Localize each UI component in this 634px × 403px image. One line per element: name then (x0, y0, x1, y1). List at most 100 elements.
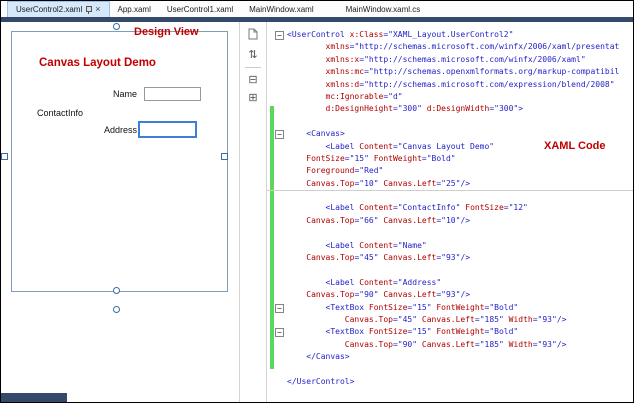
code-attribute: Canvas.Left (421, 314, 475, 324)
code-tag: <Canvas> (287, 129, 345, 139)
code-value: "25" (441, 178, 461, 188)
tab-usercontrol1-xaml[interactable]: UserControl1.xaml (159, 1, 241, 17)
tab-app-xaml[interactable]: App.xaml (110, 1, 159, 17)
code-line[interactable]: Canvas.Top="45" Canvas.Left="185" Width=… (267, 314, 633, 326)
code-attribute: d:DesignWidth (426, 104, 490, 114)
code-line[interactable]: Foreground="Red" (267, 165, 633, 177)
horizontal-split-icon[interactable]: ⊟ (248, 74, 257, 86)
code-line[interactable]: xmlns:x="http://schemas.microsoft.com/wi… (267, 54, 633, 66)
code-line[interactable]: xmlns:d="http://schemas.microsoft.com/ex… (267, 79, 633, 91)
code-tag (287, 315, 345, 324)
code-line[interactable]: − <Canvas> (267, 128, 633, 140)
code-attribute: FontSize (465, 203, 504, 213)
code-attribute: Canvas.Top (344, 339, 393, 349)
code-line[interactable]: </UserControl> (267, 376, 633, 388)
splitter-divider (245, 67, 261, 68)
pin-icon[interactable] (85, 5, 93, 15)
tab-mainwindow-xaml[interactable]: MainWindow.xaml (241, 1, 321, 17)
status-corner (1, 393, 67, 402)
code-line[interactable]: <Label Content="ContactInfo" FontSize="1… (267, 202, 633, 214)
code-attribute: xmlns (325, 42, 350, 52)
code-line[interactable]: <Label Content="Name" (267, 240, 633, 252)
code-value: "Name" (397, 240, 427, 250)
code-line[interactable] (267, 190, 633, 202)
code-tag (287, 179, 306, 188)
code-line[interactable] (267, 227, 633, 239)
resize-handle-right-middle[interactable] (221, 153, 228, 160)
fold-collapse-icon[interactable]: − (275, 130, 284, 140)
code-attribute: x:Class (349, 30, 384, 39)
code-line[interactable]: Canvas.Top="66" Canvas.Left="10"/> (267, 215, 633, 227)
code-attribute: Width (508, 339, 533, 349)
code-tag (287, 154, 306, 163)
code-line[interactable]: </Canvas> (267, 351, 633, 363)
name-textbox[interactable] (144, 87, 201, 101)
code-value: "15" (412, 302, 432, 312)
code-line[interactable]: Canvas.Top="90" Canvas.Left="185" Width=… (267, 339, 633, 351)
code-value: "XAML_Layout.UserControl2" (388, 30, 514, 39)
code-value: "Red" (359, 166, 384, 176)
code-line[interactable]: − <TextBox FontSize="15" FontWeight="Bol… (267, 326, 633, 338)
code-line[interactable]: − <TextBox FontSize="15" FontWeight="Bol… (267, 302, 633, 314)
design-surface[interactable] (11, 31, 228, 292)
code-tag: </UserControl> (287, 376, 355, 386)
close-icon[interactable]: × (95, 5, 100, 14)
fold-collapse-icon[interactable]: − (275, 328, 284, 338)
code-attribute: Width (508, 314, 533, 324)
tab-usercontrol2-xaml[interactable]: UserControl2.xaml × (7, 1, 110, 17)
tab-label: UserControl2.xaml (16, 5, 83, 14)
tab-label: App.xaml (117, 4, 151, 14)
code-line[interactable]: <Label Content="Address" (267, 277, 633, 289)
code-tag: <TextBox (287, 302, 369, 312)
code-line[interactable] (267, 116, 633, 128)
code-tag: <UserControl (287, 30, 350, 39)
xaml-designer-window: UserControl2.xaml × App.xaml UserControl1.x… (0, 0, 634, 403)
canvas-layout-demo-label: Canvas Layout Demo (39, 57, 156, 69)
code-value: "45" (359, 253, 379, 263)
code-tag (287, 42, 326, 51)
code-value: "93" (537, 339, 557, 349)
code-line[interactable]: Canvas.Top="90" Canvas.Left="93"/> (267, 289, 633, 301)
code-line[interactable] (267, 364, 633, 376)
code-line[interactable]: mc:Ignorable="d" (267, 91, 633, 103)
code-value: "http://schemas.microsoft.com/winfx/2006… (364, 54, 586, 64)
code-value: "15" (412, 327, 432, 337)
code-attribute: Canvas.Left (383, 253, 437, 263)
fold-collapse-icon[interactable]: − (275, 31, 284, 40)
resize-handle-top-center[interactable] (113, 23, 120, 30)
code-line[interactable]: − <UserControl x:Class="XAML_Layout.UserC… (267, 29, 633, 41)
code-lines: − <UserControl x:Class="XAML_Layout.UserC… (267, 29, 633, 388)
code-line[interactable]: xmlns="http://schemas.microsoft.com/winf… (267, 41, 633, 53)
xaml-editor-pane[interactable]: − <UserControl x:Class="XAML_Layout.UserC… (267, 22, 633, 402)
code-attribute: Content (359, 277, 393, 287)
code-attribute: xmlns:x (325, 54, 360, 64)
code-value: "Bold" (489, 302, 519, 312)
code-tag: </Canvas> (287, 352, 350, 362)
swap-panes-icon[interactable]: ⇅ (248, 49, 257, 61)
resize-handle-bottom-center[interactable] (113, 287, 120, 294)
code-line[interactable]: d:DesignHeight="300" d:DesignWidth="300"… (267, 103, 633, 115)
code-tag (287, 55, 326, 64)
code-tag: <Label (287, 240, 360, 250)
code-value: "93" (537, 314, 557, 324)
vertical-split-icon[interactable]: ⊞ (248, 92, 257, 104)
code-tag (287, 80, 326, 89)
document-icon[interactable] (248, 28, 258, 43)
contactinfo-label: ContactInfo (37, 108, 84, 118)
code-line[interactable]: xmlns:mc="http://schemas.openxmlformats.… (267, 66, 633, 78)
designer-xaml-splitter[interactable]: ⇅ ⊟ ⊞ (239, 22, 267, 402)
code-tag (287, 340, 345, 349)
code-value: "ContactInfo" (397, 203, 461, 213)
address-textbox[interactable] (138, 121, 197, 138)
resize-handle-left-middle[interactable] (1, 153, 8, 160)
code-attribute: d:DesignHeight (325, 104, 393, 114)
resize-handle-bottom-offset[interactable] (113, 306, 120, 313)
tab-mainwindow-xaml-cs[interactable]: MainWindow.xaml.cs (338, 1, 429, 17)
code-attribute: FontSize (368, 327, 408, 337)
fold-collapse-icon[interactable]: − (275, 303, 284, 313)
code-line[interactable] (267, 264, 633, 276)
code-line[interactable]: FontSize="15" FontWeight="Bold" (267, 153, 633, 165)
code-line[interactable]: Canvas.Top="10" Canvas.Left="25"/> (267, 178, 633, 190)
code-line[interactable]: Canvas.Top="45" Canvas.Left="93"/> (267, 252, 633, 264)
code-tag: <Label (287, 277, 360, 287)
